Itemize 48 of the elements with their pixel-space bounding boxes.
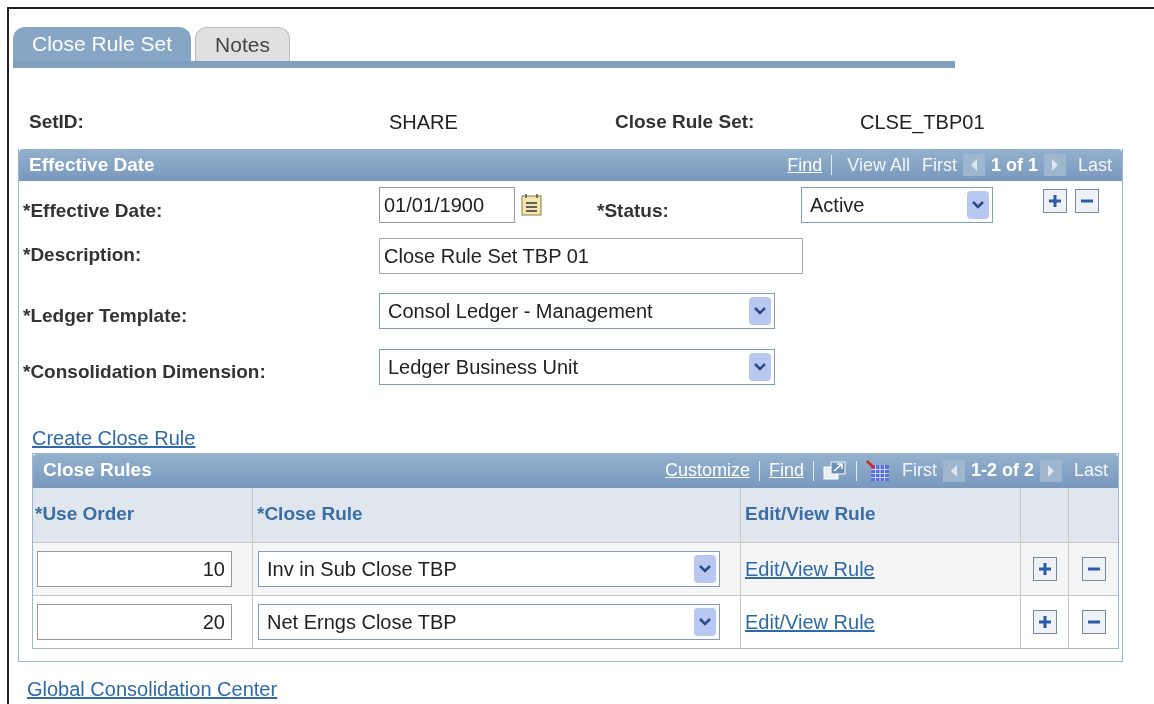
close-rule-dropdown[interactable]: Inv in Sub Close TBP [258, 550, 720, 587]
grid-title: Close Rules [43, 458, 152, 483]
field-label: *Ledger Template: [23, 303, 189, 328]
consolidation-dimension-dropdown[interactable]: Ledger Business Unit [379, 349, 775, 386]
nav-label: View All [847, 153, 910, 177]
nav-label: First [901, 459, 937, 482]
nav-label: Last [1073, 459, 1108, 482]
page-count: 1 of 1 [990, 153, 1038, 177]
field-label: *Status: [597, 199, 670, 223]
add-row-button[interactable] [1032, 609, 1057, 634]
new-window-icon[interactable] [822, 460, 847, 481]
field-value: SHARE [389, 110, 459, 135]
page-count: 1-2 of 2 [970, 459, 1034, 482]
description-field[interactable]: Close Rule Set TBP 01 [379, 237, 803, 274]
ledger-template-dropdown[interactable]: Consol Ledger - Management [379, 292, 775, 329]
global-consolidation-center-link[interactable]: Global Consolidation Center [27, 673, 278, 704]
nav-label: First [921, 153, 957, 177]
spreadsheet-icon[interactable] [865, 459, 890, 482]
create-close-rule-link[interactable]: Create Close Rule [32, 422, 196, 453]
field-label: *Description: [23, 243, 143, 268]
use-order-field[interactable]: 10 [37, 550, 232, 587]
field-value: CLSE_TBP01 [860, 110, 985, 136]
field-label: SetID: [29, 109, 85, 134]
plus-icon [1037, 561, 1052, 576]
field-label: Close Rule Set: [615, 109, 756, 134]
field-label: *Consolidation Dimension: [23, 360, 267, 384]
add-row-button[interactable] [1032, 556, 1057, 581]
use-order-field[interactable]: 20 [37, 603, 232, 640]
plus-icon [1048, 194, 1062, 209]
column-header: *Use Order [33, 487, 253, 542]
tab[interactable]: Notes [195, 27, 290, 61]
edit-view-rule-link[interactable]: Edit/View Rule [745, 553, 875, 584]
delete-row-button[interactable] [1081, 556, 1106, 581]
delete-row-button[interactable] [1075, 189, 1099, 214]
edit-view-rule-link[interactable]: Edit/View Rule [745, 606, 875, 637]
nav-label: Last [1077, 153, 1112, 177]
field-label: *Effective Date: [23, 199, 164, 223]
column-header: *Close Rule [253, 487, 741, 542]
date-field[interactable]: 01/01/1900 [379, 187, 515, 224]
plus-icon [1037, 614, 1052, 629]
panel-title: Effective Date [29, 152, 155, 177]
column-header: Edit/View Rule [741, 487, 1021, 542]
add-row-button[interactable] [1043, 189, 1067, 214]
calendar-icon[interactable] [521, 193, 543, 218]
close-rule-dropdown[interactable]: Net Erngs Close TBP [258, 603, 720, 640]
delete-row-button[interactable] [1081, 609, 1106, 634]
column-header [1069, 487, 1118, 542]
status-dropdown[interactable]: Active [801, 187, 993, 224]
